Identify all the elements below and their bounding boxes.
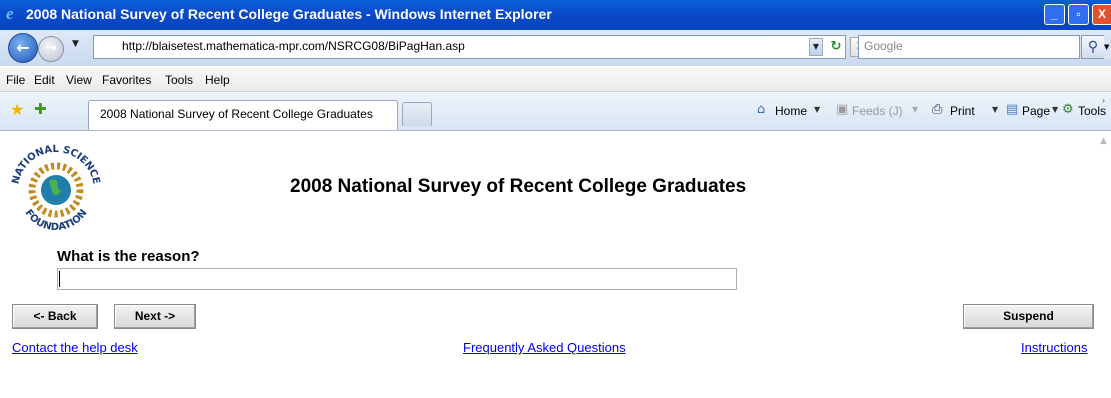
new-tab-button[interactable] bbox=[402, 102, 432, 126]
printer-icon[interactable]: ⎙ bbox=[932, 102, 942, 117]
gear-icon[interactable]: ⚙ bbox=[1062, 102, 1074, 117]
question-label: What is the reason? bbox=[57, 248, 200, 265]
window-title: 2008 National Survey of Recent College G… bbox=[26, 6, 552, 22]
suspend-button[interactable]: Suspend bbox=[963, 304, 1094, 329]
menu-tools[interactable]: Tools bbox=[165, 73, 193, 87]
home-dropdown-icon[interactable]: ▼ bbox=[814, 105, 820, 114]
print-dropdown-icon[interactable]: ▼ bbox=[992, 105, 998, 114]
help-desk-link[interactable]: Contact the help desk bbox=[12, 340, 138, 355]
scrollbar-up-icon[interactable]: ▲ bbox=[1100, 136, 1107, 146]
search-icon[interactable]: ⚲ bbox=[1081, 35, 1105, 59]
toolbar-overflow-icon[interactable]: › bbox=[1102, 96, 1105, 105]
next-button[interactable]: Next -> bbox=[114, 304, 196, 329]
page-title: 2008 National Survey of Recent College G… bbox=[290, 176, 747, 197]
search-options-icon[interactable]: ▼ bbox=[1104, 35, 1111, 59]
address-url[interactable]: http://blaisetest.mathematica-mpr.com/NS… bbox=[122, 39, 465, 53]
faq-link[interactable]: Frequently Asked Questions bbox=[463, 340, 626, 355]
forward-arrow-icon[interactable]: → bbox=[38, 36, 64, 62]
menu-view[interactable]: View bbox=[66, 73, 92, 87]
feeds-dropdown-icon: ▼ bbox=[912, 105, 919, 114]
refresh-icon[interactable]: ↻ bbox=[827, 37, 845, 57]
menu-help[interactable]: Help bbox=[205, 73, 230, 87]
menu-edit[interactable]: Edit bbox=[34, 73, 55, 87]
tools-menu-button[interactable]: Tools bbox=[1078, 104, 1106, 118]
nsf-logo: NATIONAL SCIENCE FOUNDATION bbox=[10, 144, 101, 233]
close-button[interactable]: X bbox=[1092, 4, 1111, 25]
text-caret bbox=[59, 271, 60, 287]
page-icon[interactable]: ▤ bbox=[1006, 102, 1018, 117]
menu-file[interactable]: File bbox=[6, 73, 25, 87]
instructions-link[interactable]: Instructions bbox=[1021, 340, 1087, 355]
maximize-button[interactable]: ▫ bbox=[1068, 4, 1089, 25]
minimize-button[interactable]: _ bbox=[1044, 4, 1065, 25]
add-favorites-icon[interactable]: ✚ bbox=[34, 100, 47, 118]
feeds-icon: ▣ bbox=[836, 102, 849, 117]
answer-input[interactable] bbox=[57, 268, 737, 290]
page-menu-button[interactable]: Page bbox=[1022, 104, 1050, 118]
feeds-button: Feeds (J) bbox=[852, 104, 903, 118]
search-placeholder[interactable]: Google bbox=[864, 39, 903, 53]
menu-favorites[interactable]: Favorites bbox=[102, 73, 151, 87]
home-button[interactable]: Home bbox=[775, 104, 807, 118]
address-dropdown-icon[interactable]: ▼ bbox=[809, 38, 823, 56]
print-button[interactable]: Print bbox=[950, 104, 975, 118]
back-button[interactable]: <- Back bbox=[12, 304, 98, 329]
history-dropdown-icon[interactable]: ▼ bbox=[72, 39, 79, 49]
tab-label[interactable]: 2008 National Survey of Recent College G… bbox=[100, 107, 373, 121]
back-arrow-icon[interactable]: ← bbox=[8, 33, 38, 63]
home-icon[interactable]: ⌂ bbox=[757, 102, 765, 117]
page-dropdown-icon[interactable]: ▼ bbox=[1052, 105, 1058, 114]
ie-logo-icon: e bbox=[6, 4, 14, 23]
favorites-star-icon[interactable]: ★ bbox=[10, 100, 24, 119]
